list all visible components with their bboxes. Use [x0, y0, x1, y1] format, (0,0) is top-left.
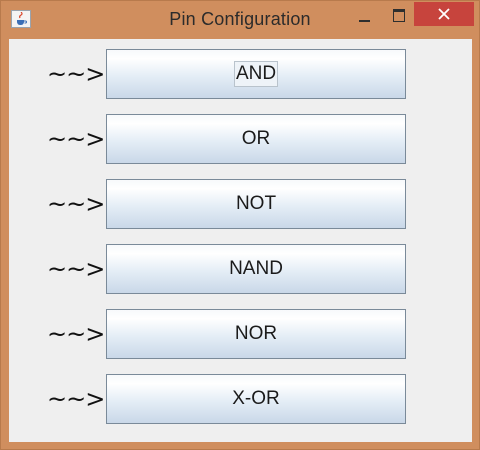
button-label: NAND [229, 258, 283, 279]
pin-row-nand: ~~> NAND [9, 244, 472, 294]
minimize-icon [359, 20, 370, 22]
pin-row-or: ~~> OR [9, 114, 472, 164]
pin-arrow-label: ~~> [47, 255, 105, 283]
maximize-icon [393, 9, 405, 22]
button-label: NOR [234, 323, 278, 344]
pin-row-xor: ~~> X-OR [9, 374, 472, 424]
pin-config-panel: ~~> AND ~~> OR ~~> NOT ~~> NAND ~~> NOR … [9, 39, 472, 442]
close-icon [438, 8, 450, 20]
pin-row-not: ~~> NOT [9, 179, 472, 229]
pin-arrow-label: ~~> [47, 385, 105, 413]
pin-arrow-label: ~~> [47, 125, 105, 153]
pin-row-and: ~~> AND [9, 49, 472, 99]
pin-arrow-label: ~~> [47, 320, 105, 348]
title-bar[interactable]: Pin Configuration [1, 1, 479, 39]
button-label: OR [241, 128, 271, 149]
button-label: X-OR [232, 388, 280, 409]
and-gate-button[interactable]: AND [106, 49, 406, 99]
nand-gate-button[interactable]: NAND [106, 244, 406, 294]
button-label: NOT [235, 193, 277, 214]
minimize-button[interactable] [347, 2, 381, 30]
xor-gate-button[interactable]: X-OR [106, 374, 406, 424]
maximize-button[interactable] [381, 2, 415, 30]
pin-arrow-label: ~~> [47, 60, 105, 88]
pin-arrow-label: ~~> [47, 190, 105, 218]
or-gate-button[interactable]: OR [106, 114, 406, 164]
nor-gate-button[interactable]: NOR [106, 309, 406, 359]
not-gate-button[interactable]: NOT [106, 179, 406, 229]
pin-row-nor: ~~> NOR [9, 309, 472, 359]
button-label: AND [233, 61, 279, 87]
close-button[interactable] [414, 2, 474, 26]
app-window: Pin Configuration ~~> AND ~~> OR ~~> NOT… [0, 0, 480, 450]
